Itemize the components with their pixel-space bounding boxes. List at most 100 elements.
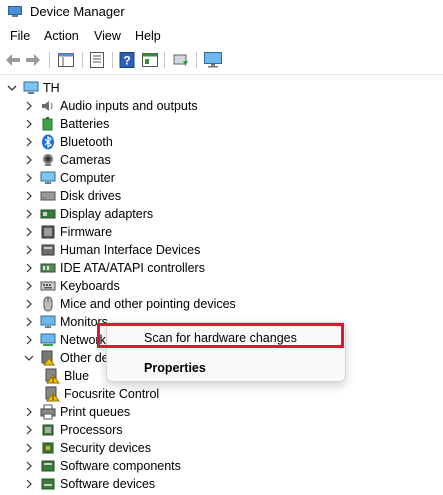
- chevron-right-icon[interactable]: [24, 295, 34, 313]
- chevron-right-icon[interactable]: [24, 205, 34, 223]
- disk-drive-icon: [40, 188, 56, 204]
- chevron-right-icon[interactable]: [24, 331, 34, 349]
- monitor-icon: [40, 314, 56, 330]
- warning-device-icon: !: [44, 368, 60, 384]
- tree-item[interactable]: Human Interface Devices: [24, 241, 200, 259]
- processor-icon: [40, 422, 56, 438]
- chevron-right-icon[interactable]: [24, 475, 34, 493]
- properties-sheet-icon[interactable]: [88, 51, 106, 69]
- device-manager-icon: [8, 6, 22, 18]
- chevron-right-icon[interactable]: [24, 133, 34, 151]
- chevron-right-icon[interactable]: [24, 187, 34, 205]
- toolbar-separator: [82, 52, 83, 68]
- back-arrow-icon[interactable]: [4, 51, 22, 69]
- tree-item-label: Bluetooth: [60, 135, 113, 149]
- software-device-icon: [40, 476, 56, 492]
- tree-item-label: Software devices: [60, 477, 156, 491]
- tree-item-label: Audio inputs and outputs: [60, 99, 198, 113]
- toolbar-separator: [164, 52, 165, 68]
- tree-item[interactable]: Software components: [24, 457, 181, 475]
- menu-bar: File Action View Help: [0, 26, 443, 46]
- chevron-right-icon[interactable]: [24, 223, 34, 241]
- tree-item-label: Batteries: [60, 117, 110, 131]
- device-tree: TH Audio inputs and outputs Batteries Blue…: [0, 76, 443, 491]
- bluetooth-icon: [40, 134, 56, 150]
- menu-file[interactable]: File: [9, 29, 31, 43]
- title-bar: Device Manager: [0, 0, 443, 26]
- tree-item[interactable]: Software devices: [24, 475, 155, 493]
- tree-item-label: Display adapters: [60, 207, 154, 221]
- tree-root[interactable]: TH: [7, 79, 60, 97]
- monitor-icon[interactable]: [204, 51, 222, 69]
- toolbar-separator: [196, 52, 197, 68]
- chevron-right-icon[interactable]: [24, 169, 34, 187]
- help-icon[interactable]: ?: [118, 51, 136, 69]
- properties-item[interactable]: Properties: [111, 357, 341, 379]
- update-driver-icon[interactable]: [172, 51, 190, 69]
- tree-item-label: Firmware: [60, 225, 113, 239]
- highlight-box: [97, 323, 344, 348]
- chevron-right-icon[interactable]: [24, 439, 34, 457]
- menu-action[interactable]: Action: [43, 29, 80, 43]
- tree-item-label: Processors: [60, 423, 123, 437]
- chevron-right-icon[interactable]: [24, 259, 34, 277]
- tree-item[interactable]: Audio inputs and outputs: [24, 97, 198, 115]
- tree-item-label: Mice and other pointing devices: [60, 297, 236, 311]
- chevron-right-icon[interactable]: [24, 313, 34, 331]
- tree-item[interactable]: Processors: [24, 421, 123, 439]
- forward-arrow-icon[interactable]: [24, 51, 42, 69]
- tree-item[interactable]: Disk drives: [24, 187, 121, 205]
- tree-item[interactable]: ! Focusrite Control: [44, 385, 159, 403]
- firmware-icon: [40, 224, 56, 240]
- tree-item-label: Focusrite Control: [64, 387, 160, 401]
- software-component-icon: [40, 458, 56, 474]
- show-hide-tree-icon[interactable]: [57, 51, 75, 69]
- chevron-right-icon[interactable]: [24, 403, 34, 421]
- tree-item[interactable]: Cameras: [24, 151, 111, 169]
- tree-item[interactable]: Other de: [24, 349, 109, 367]
- tree-item-label: Blue: [64, 369, 90, 383]
- menu-help[interactable]: Help: [134, 29, 162, 43]
- svg-text:!: !: [52, 377, 54, 384]
- other-devices-icon: [40, 350, 56, 366]
- chevron-right-icon[interactable]: [24, 277, 34, 295]
- tree-item[interactable]: Batteries: [24, 115, 109, 133]
- chevron-down-icon[interactable]: [7, 79, 17, 97]
- tree-item-label: Cameras: [60, 153, 111, 167]
- chevron-right-icon[interactable]: [24, 457, 34, 475]
- tree-item[interactable]: Display adapters: [24, 205, 153, 223]
- chevron-right-icon[interactable]: [24, 115, 34, 133]
- tree-item-label: Keyboards: [60, 279, 120, 293]
- menu-view[interactable]: View: [93, 29, 122, 43]
- tree-item-label: Human Interface Devices: [60, 243, 201, 257]
- tree-item[interactable]: Network: [24, 331, 106, 349]
- toolbar-separator: [112, 52, 113, 68]
- tree-item-label: Print queues: [60, 405, 131, 419]
- tree-item-label: Computer: [60, 171, 115, 185]
- chevron-down-icon[interactable]: [24, 349, 34, 367]
- tree-item-label: Disk drives: [60, 189, 122, 203]
- tree-item[interactable]: IDE ATA/ATAPI controllers: [24, 259, 205, 277]
- tree-item[interactable]: Firmware: [24, 223, 112, 241]
- tree-item[interactable]: Monitors: [24, 313, 108, 331]
- tree-item[interactable]: Keyboards: [24, 277, 120, 295]
- tree-item[interactable]: Mice and other pointing devices: [24, 295, 236, 313]
- chevron-right-icon[interactable]: [24, 241, 34, 259]
- tree-item-label: Software components: [60, 459, 181, 473]
- chevron-right-icon[interactable]: [24, 421, 34, 439]
- tree-item[interactable]: ! Blue: [44, 367, 89, 385]
- printer-icon: [40, 404, 56, 420]
- tree-root-label: TH: [43, 81, 60, 95]
- security-device-icon: [40, 440, 56, 456]
- tree-item[interactable]: Print queues: [24, 403, 130, 421]
- scan-console-icon[interactable]: [141, 51, 159, 69]
- tree-item[interactable]: Computer: [24, 169, 115, 187]
- tree-item[interactable]: Bluetooth: [24, 133, 113, 151]
- chevron-right-icon[interactable]: [24, 151, 34, 169]
- warning-device-icon: !: [44, 386, 60, 402]
- chevron-right-icon[interactable]: [24, 97, 34, 115]
- tree-item[interactable]: Security devices: [24, 439, 151, 457]
- speaker-icon: [40, 98, 56, 114]
- keyboard-icon: [40, 278, 56, 294]
- window-title: Device Manager: [30, 4, 125, 19]
